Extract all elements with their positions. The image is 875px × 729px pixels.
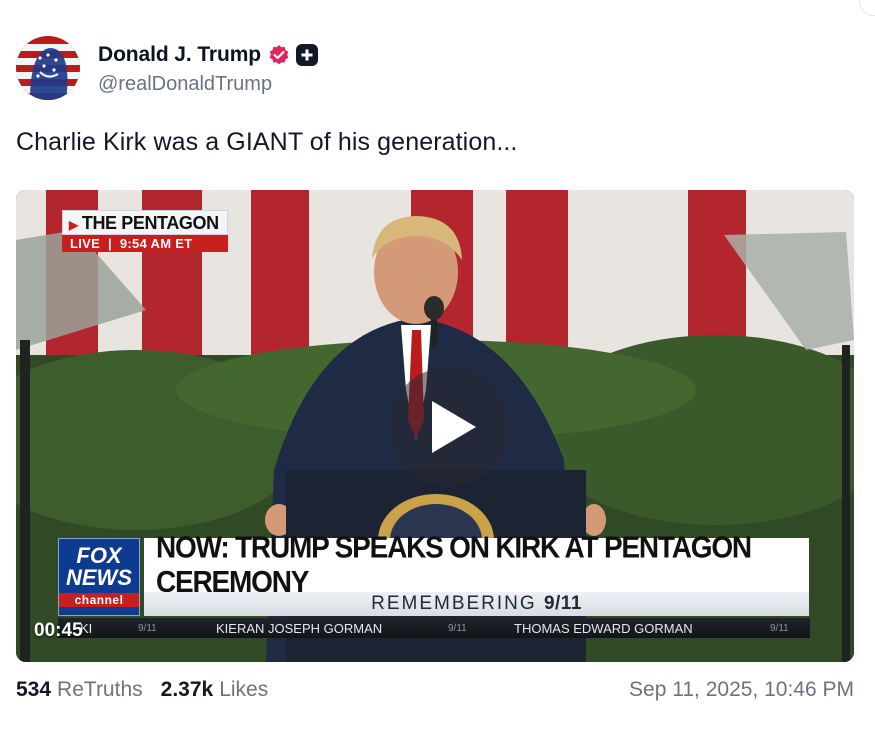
subheadline-suffix: 9/11 [543,593,582,614]
network-logo-line3: channel [59,593,139,607]
ticker-tag: 9/11 [448,622,467,634]
likes-stat[interactable]: 2.37k Likes [161,678,269,702]
avatar[interactable] [16,36,80,100]
network-logo-line1: FOX [76,543,122,568]
corner-control[interactable] [859,0,875,16]
ticker-item: KIERAN JOSEPH GORMAN [216,620,383,636]
live-indicator: LIVE | 9:54 AM ET [62,235,228,252]
play-icon [432,401,476,453]
broadcast-location: THE PENTAGON [81,213,219,233]
likes-label: Likes [219,678,269,701]
retruths-count: 534 [16,678,52,701]
post-footer: 534 ReTruths 2.37k Likes Sep 11, 2025, 10:… [16,678,854,702]
play-arrow-icon: ▶ [69,218,78,232]
headline-bar: NOW: TRUMP SPEAKS ON KIRK AT PENTAGON CE… [144,530,809,598]
verified-badge-icon [268,44,290,66]
network-logo-line2: NEWS [66,565,132,590]
likes-count: 2.37k [160,678,214,701]
post-timestamp[interactable]: Sep 11, 2025, 10:46 PM [629,678,854,702]
post-header: Donald J. Trump @realDonaldTrump [16,36,319,100]
video-timestamp: 00:45 [34,620,83,641]
retruths-stat[interactable]: 534 ReTruths [16,678,143,702]
network-logo: FOX NEWS channel [58,538,140,616]
play-button[interactable] [389,367,509,487]
ticker-bar: KI 9/11 KIERAN JOSEPH GORMAN 9/11 THOMAS… [58,618,810,638]
headline-text: NOW: TRUMP SPEAKS ON KIRK AT PENTAGON CE… [156,530,752,599]
display-name[interactable]: Donald J. Trump [98,43,261,67]
live-time: 9:54 AM ET [119,236,193,251]
ticker-item: THOMAS EDWARD GORMAN [514,620,693,636]
plus-badge-icon [296,44,319,66]
ticker-tag: 9/11 [770,622,789,634]
subheadline-bar: REMEMBERING 9/11 [144,592,809,616]
ticker-tag: 9/11 [138,622,157,634]
subheadline-prefix: REMEMBERING [371,593,537,614]
post-text: Charlie Kirk was a GIANT of his generati… [16,128,518,156]
live-label: LIVE [70,236,101,251]
broadcast-location-bug: ▶ THE PENTAGON LIVE | 9:54 AM ET [62,210,228,252]
handle[interactable]: @realDonaldTrump [98,73,318,96]
video-player[interactable]: ▶ THE PENTAGON LIVE | 9:54 AM ET FOX NEWS… [16,190,854,662]
retruths-label: ReTruths [57,678,143,701]
